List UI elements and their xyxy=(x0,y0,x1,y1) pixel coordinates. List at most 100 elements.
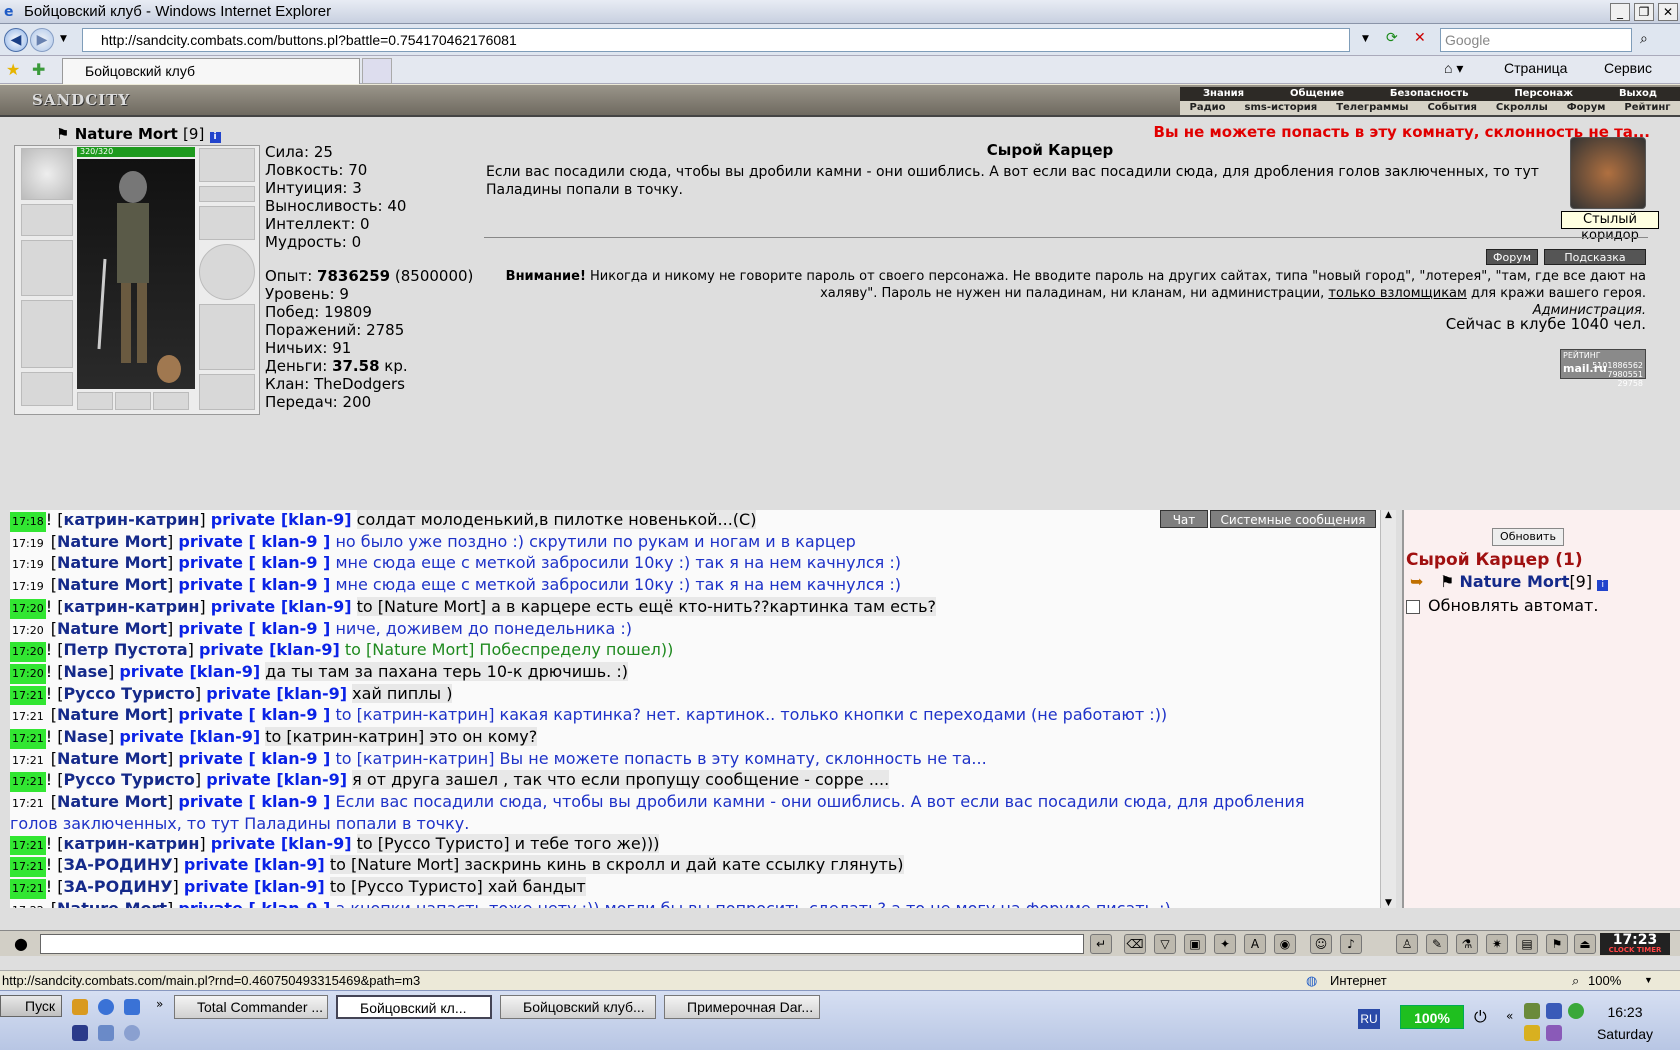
message-time[interactable]: 17:21 xyxy=(10,835,46,856)
tab-chat[interactable]: Чат xyxy=(1160,510,1208,528)
favorites-star-icon[interactable]: ★ xyxy=(6,60,20,79)
message-author[interactable]: катрин-катрин xyxy=(63,834,199,853)
message-channel[interactable]: private [klan-9] xyxy=(119,727,260,746)
power-plug-icon[interactable]: ⏻ xyxy=(1474,1007,1487,1027)
inventory-icon[interactable]: ▤ xyxy=(1516,934,1538,954)
search-icon[interactable]: ⌕ xyxy=(1640,31,1648,47)
tab-active[interactable]: Бойцовский клуб xyxy=(62,58,360,84)
emoticons-icon[interactable]: ☺ xyxy=(1310,934,1332,954)
translit-icon[interactable]: ✦ xyxy=(1214,934,1236,954)
font-icon[interactable]: A xyxy=(1244,934,1266,954)
amulet-slot[interactable] xyxy=(199,186,255,202)
bracers-slot[interactable] xyxy=(21,204,73,236)
send-icon[interactable]: ↵ xyxy=(1090,934,1112,954)
chat-message[interactable]: 17:21! [Руссо Туристо] private [klan-9] … xyxy=(10,683,1380,706)
chat-message[interactable]: 17:21 [Nature Mort] private [ klan-9 ] t… xyxy=(10,705,1380,727)
ring-slot-2[interactable] xyxy=(115,392,151,410)
save-icon[interactable]: ▣ xyxy=(1184,934,1206,954)
room-user[interactable]: ➥ ⚑ Nature Mort[9] i xyxy=(1410,572,1609,591)
scrolls-icon[interactable]: ⚗ xyxy=(1456,934,1478,954)
message-channel[interactable]: private [klan-9] xyxy=(206,684,347,703)
stop-icon[interactable]: ✕ xyxy=(1414,30,1426,46)
quicklaunch-tools-icon[interactable] xyxy=(98,1025,114,1041)
message-author[interactable]: Nase xyxy=(63,662,108,681)
smiley-head-icon[interactable]: ● xyxy=(14,934,28,953)
auto-refresh-checkbox[interactable]: Обновлять автомат. xyxy=(1406,596,1598,615)
message-author[interactable]: Nature Mort xyxy=(57,705,167,724)
message-time[interactable]: 17:20 xyxy=(10,598,46,619)
message-time[interactable]: 17:20 xyxy=(10,663,46,684)
system-clock[interactable]: 16:23 Saturday xyxy=(1580,1001,1670,1045)
message-channel[interactable]: private [klan-9] xyxy=(211,510,352,529)
message-author[interactable]: катрин-катрин xyxy=(63,597,199,616)
chat-message[interactable]: 17:21! [Nase] private [klan-9] to [катри… xyxy=(10,727,1380,749)
message-time[interactable]: 17:21 xyxy=(10,707,46,727)
message-author[interactable]: ЗА-РОДИНУ xyxy=(63,855,172,874)
chat-message[interactable]: 17:21! [катрин-катрин] private [klan-9] … xyxy=(10,833,1380,856)
map-icon[interactable]: ⚑ xyxy=(1546,934,1568,954)
message-time[interactable]: 17:21 xyxy=(10,729,46,749)
chat-message[interactable]: 17:22 [Nature Mort] private [ klan-9 ] а… xyxy=(10,899,1380,908)
forward-button[interactable]: ▶ xyxy=(30,28,54,52)
message-time[interactable]: 17:21 xyxy=(10,685,46,706)
message-author[interactable]: Nase xyxy=(63,727,108,746)
menu-security[interactable]: Безопасность xyxy=(1390,87,1469,101)
message-time[interactable]: 17:21 xyxy=(10,878,46,899)
character-avatar[interactable] xyxy=(77,159,195,389)
chat-message[interactable]: 17:21 [Nature Mort] private [ klan-9 ] Е… xyxy=(10,792,1350,833)
message-channel[interactable]: private [ klan-9 ] xyxy=(178,619,330,638)
quicklaunch-misc-icon[interactable] xyxy=(124,1025,140,1041)
clear-icon[interactable]: ⌫ xyxy=(1124,934,1146,954)
message-author[interactable]: ЗА-РОДИНУ xyxy=(63,877,172,896)
message-channel[interactable]: private [klan-9] xyxy=(206,770,347,789)
message-channel[interactable]: private [ klan-9 ] xyxy=(178,575,330,594)
scroll-up-icon[interactable]: ▲ xyxy=(1381,510,1396,520)
menu-character[interactable]: Персонаж xyxy=(1514,87,1573,101)
character-icon[interactable]: ♙ xyxy=(1396,934,1418,954)
forum-button[interactable]: Форум xyxy=(1486,249,1538,265)
tray-monitor-icon[interactable] xyxy=(1546,1003,1562,1019)
home-icon[interactable]: ⌂ ▾ xyxy=(1444,60,1463,77)
info-icon[interactable]: i xyxy=(1597,580,1609,591)
belt-slot[interactable] xyxy=(21,372,73,406)
zoom-dropdown-icon[interactable]: ▼ xyxy=(1644,971,1653,990)
message-time[interactable]: 17:19 xyxy=(10,534,46,554)
message-author[interactable]: Nature Mort xyxy=(57,619,167,638)
skills-icon[interactable]: ✷ xyxy=(1486,934,1508,954)
chat-message[interactable]: 17:20! [катрин-катрин] private [klan-9] … xyxy=(10,596,1380,619)
hint-button[interactable]: Подсказка xyxy=(1544,249,1646,265)
chat-message[interactable]: 17:20! [Nase] private [klan-9] да ты там… xyxy=(10,661,1380,684)
menu-knowledge[interactable]: Знания xyxy=(1203,87,1244,101)
message-time[interactable]: 17:21 xyxy=(10,857,46,877)
menu-exit[interactable]: Выход xyxy=(1619,87,1657,101)
task-total-commander[interactable]: Total Commander ... xyxy=(174,995,328,1019)
message-channel[interactable]: private [klan-9] xyxy=(184,877,325,896)
quicklaunch-app-icon[interactable] xyxy=(72,999,88,1015)
refresh-button[interactable]: Обновить xyxy=(1492,528,1564,546)
submenu-rating[interactable]: Рейтинг xyxy=(1624,101,1670,115)
task-fight-club[interactable]: Бойцовский клуб... xyxy=(500,995,656,1019)
boots-slot[interactable] xyxy=(199,374,255,410)
submenu-forum[interactable]: Форум xyxy=(1567,101,1606,115)
helmet-slot[interactable] xyxy=(21,148,73,200)
window-titlebar[interactable]: e Бойцовский клуб - Windows Internet Exp… xyxy=(0,0,1680,24)
message-channel[interactable]: private [ klan-9 ] xyxy=(178,532,330,551)
info-icon[interactable]: i xyxy=(209,132,221,143)
tray-messenger-icon[interactable] xyxy=(1524,1025,1540,1041)
chat-message[interactable]: 17:19 [Nature Mort] private [ klan-9 ] м… xyxy=(10,575,1380,597)
refresh-icon[interactable]: ⟳ xyxy=(1386,30,1398,46)
add-favorites-icon[interactable]: ✚ xyxy=(32,60,45,79)
speed-icon[interactable]: ◉ xyxy=(1274,934,1296,954)
submenu-scrolls[interactable]: Скроллы xyxy=(1496,101,1548,115)
message-author[interactable]: катрин-катрин xyxy=(63,510,199,529)
filter-icon[interactable]: ▽ xyxy=(1154,934,1176,954)
quicklaunch-save-icon[interactable] xyxy=(72,1025,88,1041)
tab-system-messages[interactable]: Системные сообщения xyxy=(1210,510,1376,528)
shield-slot[interactable] xyxy=(199,244,255,300)
maximize-button[interactable]: ❐ xyxy=(1634,3,1654,21)
message-channel[interactable]: private [ klan-9 ] xyxy=(178,749,330,768)
tools-menu[interactable]: Сервис xyxy=(1604,60,1652,76)
message-time[interactable]: 17:18 xyxy=(10,512,46,532)
hackers-link[interactable]: только взломщикам xyxy=(1328,286,1466,301)
armor-slot[interactable] xyxy=(21,300,73,368)
